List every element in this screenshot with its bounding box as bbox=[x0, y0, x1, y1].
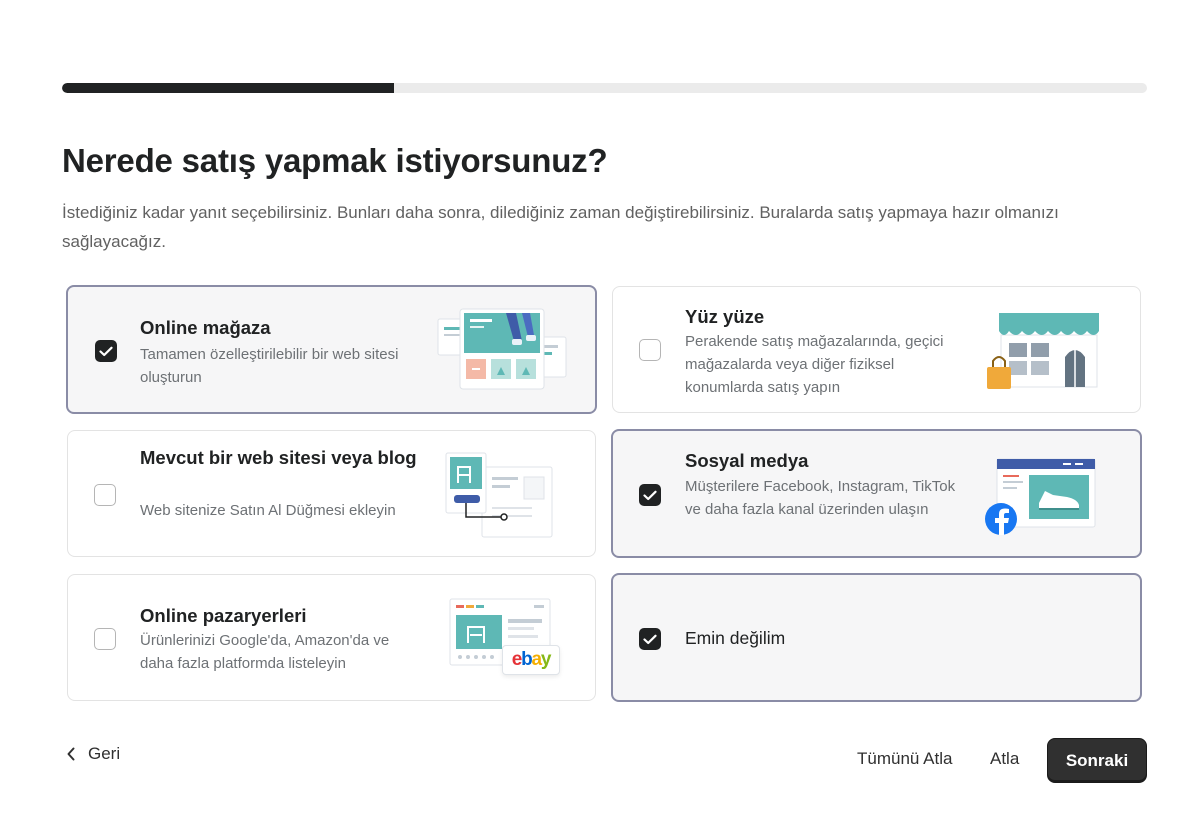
option-card-marketplaces[interactable]: Online pazaryerleri Ürünlerinizi Google'… bbox=[67, 574, 596, 701]
in-person-description: Perakende satış mağazalarında, geçici ma… bbox=[685, 333, 944, 396]
in-person-checkbox[interactable] bbox=[639, 339, 661, 361]
progress-fill bbox=[62, 83, 394, 93]
existing-site-checkbox[interactable] bbox=[94, 484, 116, 506]
existing-site-title: Mevcut bir web sitesi veya blog bbox=[140, 447, 417, 468]
option-card-social-media[interactable]: Sosyal medya Müşterilere Facebook, Insta… bbox=[611, 429, 1142, 558]
next-button[interactable]: Sonraki bbox=[1047, 738, 1147, 783]
buy-button-illustration-icon bbox=[444, 451, 560, 546]
marketplaces-checkbox[interactable] bbox=[94, 628, 116, 650]
skip-button[interactable]: Atla bbox=[990, 749, 1019, 769]
page-title: Nerede satış yapmak istiyorsunuz? bbox=[62, 142, 608, 179]
not-sure-checkbox[interactable] bbox=[639, 628, 661, 650]
checkmark-icon bbox=[99, 346, 113, 356]
option-card-existing-site[interactable]: Mevcut bir web sitesi veya blog Web site… bbox=[67, 430, 596, 557]
ebay-logo: ebay ebay bbox=[502, 645, 560, 675]
online-store-checkbox[interactable] bbox=[95, 340, 117, 362]
option-card-online-store[interactable]: Online mağaza Tamamen özelleştirilebilir… bbox=[66, 285, 597, 414]
skip-all-button[interactable]: Tümünü Atla bbox=[857, 749, 952, 769]
existing-site-description: Web sitenize Satın Al Düğmesi ekleyin bbox=[140, 502, 396, 519]
social-media-checkbox[interactable] bbox=[639, 484, 661, 506]
chevron-left-icon bbox=[67, 747, 75, 761]
progress-bar bbox=[62, 83, 1147, 93]
storefront-illustration-icon bbox=[985, 309, 1105, 398]
social-media-description: Müşterilere Facebook, Instagram, TikTok … bbox=[685, 478, 956, 518]
in-person-title: Yüz yüze bbox=[685, 306, 765, 327]
marketplace-illustration-icon: ebay ebay bbox=[448, 597, 566, 682]
marketplaces-title: Online pazaryerleri bbox=[140, 605, 307, 626]
checkmark-icon bbox=[643, 490, 657, 500]
marketplaces-description: Ürünlerinizi Google'da, Amazon'da ve dah… bbox=[140, 632, 390, 672]
online-store-title: Online mağaza bbox=[140, 317, 271, 338]
checkmark-icon bbox=[643, 634, 657, 644]
option-card-in-person[interactable]: Yüz yüze Perakende satış mağazalarında, … bbox=[612, 286, 1141, 413]
option-card-not-sure[interactable]: Emin değilim bbox=[611, 573, 1142, 702]
back-button-label: Geri bbox=[88, 744, 121, 763]
back-button[interactable]: Geri bbox=[66, 744, 120, 764]
facebook-shop-illustration-icon bbox=[983, 457, 1101, 544]
online-store-illustration-icon bbox=[436, 307, 572, 396]
online-store-description: Tamamen özelleştirilebilir bir web sites… bbox=[140, 346, 399, 386]
social-media-title: Sosyal medya bbox=[685, 450, 809, 471]
page-subtitle: İstediğiniz kadar yanıt seçebilirsiniz. … bbox=[62, 203, 1059, 251]
not-sure-title: Emin değilim bbox=[685, 628, 786, 648]
